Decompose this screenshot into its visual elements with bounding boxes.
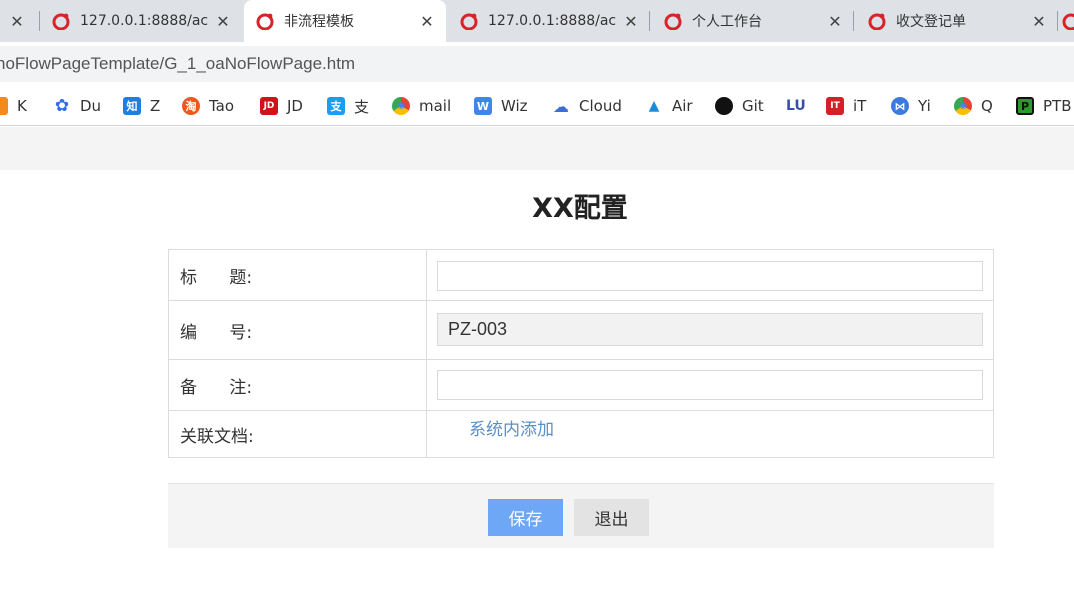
field-label-title: 标 题: [169, 250, 427, 300]
bookmark-label: Tao [209, 97, 235, 115]
bookmark-taobao[interactable]: 淘 Tao [182, 94, 234, 118]
page-header-strip [0, 127, 1074, 170]
github-icon [715, 97, 733, 115]
bookmark-label: Git [742, 97, 764, 115]
tab-divider [853, 11, 854, 31]
tab-divider [1057, 11, 1058, 31]
bookmark-label: 支 [354, 97, 370, 116]
taobao-icon: 淘 [182, 97, 200, 115]
alipay-icon: 支 [327, 97, 345, 115]
form-row-title: 标 题: [168, 249, 994, 301]
app-favicon-icon [256, 13, 274, 30]
bookmark-label: PTB [1043, 97, 1072, 115]
baidu-paw-icon: ✿ [54, 96, 70, 116]
field-label-remark: 备 注: [169, 360, 427, 410]
bookmark-label: Yi [918, 97, 931, 115]
tab-title: 个人工作台 [692, 14, 762, 30]
app-favicon-icon [52, 13, 70, 30]
chrome-mail-icon: ◉ [392, 97, 410, 115]
tab-title: 非流程模板 [284, 14, 354, 30]
bookmark-cloud[interactable]: ☁ Cloud [552, 94, 622, 118]
bookmark-k[interactable]: K [0, 94, 27, 118]
air-icon: ▲ [648, 98, 660, 114]
bookmark-label: K [17, 97, 27, 115]
bookmark-label: Cloud [579, 97, 622, 115]
form-row-remark: 备 注: [168, 360, 994, 411]
form-row-related-docs: 关联文档: 系统内添加 [168, 411, 994, 458]
bookmark-label: Air [672, 97, 693, 115]
tab-workbench[interactable]: 个人工作台 ✕ [652, 0, 854, 42]
tab-partial-right[interactable] [1060, 0, 1074, 42]
title-input[interactable] [437, 261, 983, 291]
bookmark-zhihu[interactable]: 知 Z [123, 94, 160, 118]
app-favicon-icon [664, 13, 682, 30]
app-favicon-icon [868, 13, 886, 30]
button-bar: 保存 退出 [168, 483, 994, 548]
bookmark-du[interactable]: ✿ Du [53, 94, 101, 118]
page-title: XX配置 [532, 193, 628, 224]
app-favicon-icon [460, 13, 478, 30]
bookmark-it[interactable]: IT iT [826, 94, 866, 118]
zhihu-icon: 知 [123, 97, 141, 115]
k-icon [0, 97, 8, 115]
bookmark-wiz[interactable]: W Wiz [474, 94, 528, 118]
exit-button[interactable]: 退出 [574, 499, 649, 536]
ithome-icon: IT [826, 97, 844, 115]
bookmark-jd[interactable]: JD JD [260, 94, 303, 118]
url-field[interactable]: noFlowPageTemplate/G_1_oaNoFlowPage.htm [0, 46, 1074, 82]
bookmarks-bar: K ✿ Du 知 Z 淘 Tao JD JD 支 支 ◉ mail W Wiz … [0, 86, 1074, 126]
remark-input[interactable] [437, 370, 983, 400]
bookmark-label: Wiz [501, 97, 528, 115]
bookmark-label: Z [150, 97, 161, 115]
app-favicon-icon [1062, 13, 1074, 30]
ptb-icon: P [1016, 97, 1034, 115]
cloud-icon: ☁ [553, 96, 569, 116]
field-label-related-docs: 关联文档: [169, 411, 427, 457]
bookmark-git[interactable]: Git [715, 94, 764, 118]
tab-strip: ✕ 127.0.0.1:8888/ac ✕ 非流程模板 ✕ 127.0.0.1:… [0, 0, 1074, 42]
tab-partial-left[interactable]: ✕ [0, 0, 40, 42]
bookmark-mail[interactable]: ◉ mail [392, 94, 451, 118]
bookmark-lu[interactable]: LU [786, 94, 806, 118]
close-icon[interactable]: ✕ [6, 10, 28, 32]
save-button[interactable]: 保存 [488, 499, 563, 536]
tab-title: 收文登记单 [896, 14, 966, 30]
tab-active-template[interactable]: 非流程模板 ✕ [244, 0, 446, 42]
jd-icon: JD [260, 97, 278, 115]
close-icon[interactable]: ✕ [620, 10, 642, 32]
tab-localhost-1[interactable]: 127.0.0.1:8888/ac ✕ [40, 0, 242, 42]
bookmark-alipay[interactable]: 支 支 [327, 94, 369, 118]
bookmark-air[interactable]: ▲ Air [645, 94, 693, 118]
bookmark-yi[interactable]: ⋈ Yi [891, 94, 931, 118]
tab-receipt-register[interactable]: 收文登记单 ✕ [856, 0, 1058, 42]
field-label-number: 编 号: [169, 301, 427, 359]
bookmark-label: Q [981, 97, 993, 115]
tab-divider [649, 11, 650, 31]
tab-localhost-2[interactable]: 127.0.0.1:8888/ac ✕ [448, 0, 650, 42]
bookmark-q[interactable]: ◉ Q [954, 94, 993, 118]
bookmark-label: mail [419, 97, 452, 115]
form-row-number: 编 号: [168, 301, 994, 360]
tab-title: 127.0.0.1:8888/ac [80, 13, 209, 29]
bookmark-label: Du [80, 97, 102, 115]
close-icon[interactable]: ✕ [824, 10, 846, 32]
yi-icon: ⋈ [891, 97, 909, 115]
lu-icon: LU [786, 98, 806, 114]
close-icon[interactable]: ✕ [416, 10, 438, 32]
bookmark-ptb[interactable]: P PTB [1016, 94, 1072, 118]
close-icon[interactable]: ✕ [212, 10, 234, 32]
bookmark-label: JD [287, 97, 303, 115]
wiz-icon: W [474, 97, 492, 115]
url-text: noFlowPageTemplate/G_1_oaNoFlowPage.htm [0, 54, 356, 73]
bookmark-label: iT [853, 97, 867, 115]
address-bar: noFlowPageTemplate/G_1_oaNoFlowPage.htm [0, 42, 1074, 86]
chrome-q-icon: ◉ [954, 97, 972, 115]
number-field [437, 313, 983, 346]
add-from-system-link[interactable]: 系统内添加 [469, 415, 554, 440]
close-icon[interactable]: ✕ [1028, 10, 1050, 32]
tab-title: 127.0.0.1:8888/ac [488, 13, 617, 29]
